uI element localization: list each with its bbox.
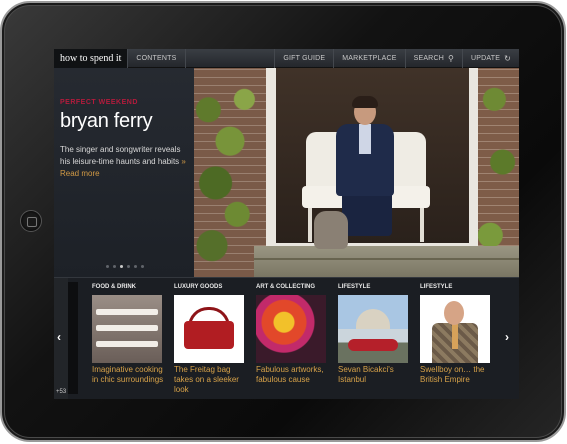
pager-dot-active[interactable] [120,265,123,268]
carousel-pager [106,265,144,268]
pager-dot[interactable] [141,265,144,268]
person-shirt [359,124,371,154]
face [444,301,464,325]
contents-button[interactable]: CONTENTS [127,49,186,68]
hero-standfirst: The singer and songwriter reveals his le… [60,144,190,180]
home-button[interactable] [20,210,42,232]
table-row-image [96,341,158,347]
prev-arrow-icon[interactable]: ‹ [57,330,61,344]
next-arrow-icon[interactable]: › [505,330,509,344]
ipad-frame: how to spend it CONTENTS GIFT GUIDE MARK… [0,1,566,442]
pager-dot[interactable] [127,265,130,268]
mosque-dome [356,309,390,329]
marketplace-button[interactable]: MARKETPLACE [333,49,404,68]
card-thumbnail [420,295,490,363]
hero-text-panel[interactable]: PERFECT WEEKEND bryan ferry The singer a… [54,68,194,277]
hero-headline: bryan ferry [60,110,153,132]
strip-side-tab-inner [68,282,78,394]
card-thumbnail [92,295,162,363]
card-category: LUXURY GOODS [174,284,223,290]
motorbike [348,339,398,351]
hero-photo[interactable] [194,68,519,277]
card-thumbnail [256,295,326,363]
card-category: LIFESTYLE [338,284,371,290]
search-button[interactable]: SEARCH ⚲ [404,49,462,68]
chair-leg [308,208,312,242]
pager-dot[interactable] [134,265,137,268]
card-category: FOOD & DRINK [92,284,136,290]
card-title: Swellboy on… the British Empire [420,365,485,384]
search-icon: ⚲ [447,53,455,63]
update-button[interactable]: UPDATE ↻ [462,49,519,68]
dog [314,211,348,249]
pager-dot[interactable] [106,265,109,268]
gift-guide-button[interactable]: GIFT GUIDE [274,49,333,68]
article-strip: ‹ +53 FOOD & DRINK Imaginative cooking i… [54,277,519,399]
refresh-icon: ↻ [504,53,511,63]
app-logo[interactable]: how to spend it [54,49,128,68]
step-edge [254,258,519,260]
search-label: SEARCH [413,54,444,62]
card-thumbnail [174,295,244,363]
stone-step [254,246,519,277]
card-category: ART & COLLECTING [256,284,315,290]
card-thumbnail [338,295,408,363]
article-count: +53 [56,389,67,395]
table-row-image [96,325,158,331]
table-row-image [96,309,158,315]
tie [452,323,458,349]
bag [184,321,234,349]
pager-dot[interactable] [113,265,116,268]
update-label: UPDATE [471,54,501,62]
person-hair [352,96,378,108]
card-title: Imaginative cooking in chic surroundings [92,365,164,384]
chair-leg [420,208,424,242]
card-title: The Freitag bag takes on a sleeker look [174,365,239,394]
app-screen: how to spend it CONTENTS GIFT GUIDE MARK… [54,49,519,399]
card-category: LIFESTYLE [420,284,453,290]
hero-kicker: PERFECT WEEKEND [60,99,138,106]
top-nav-bar: how to spend it CONTENTS GIFT GUIDE MARK… [54,49,519,68]
hero-standfirst-text: The singer and songwriter reveals his le… [60,145,181,166]
card-title: Fabulous artworks, fabulous cause [256,365,324,384]
card-title: Sevan Bicakci's Istanbul [338,365,394,384]
